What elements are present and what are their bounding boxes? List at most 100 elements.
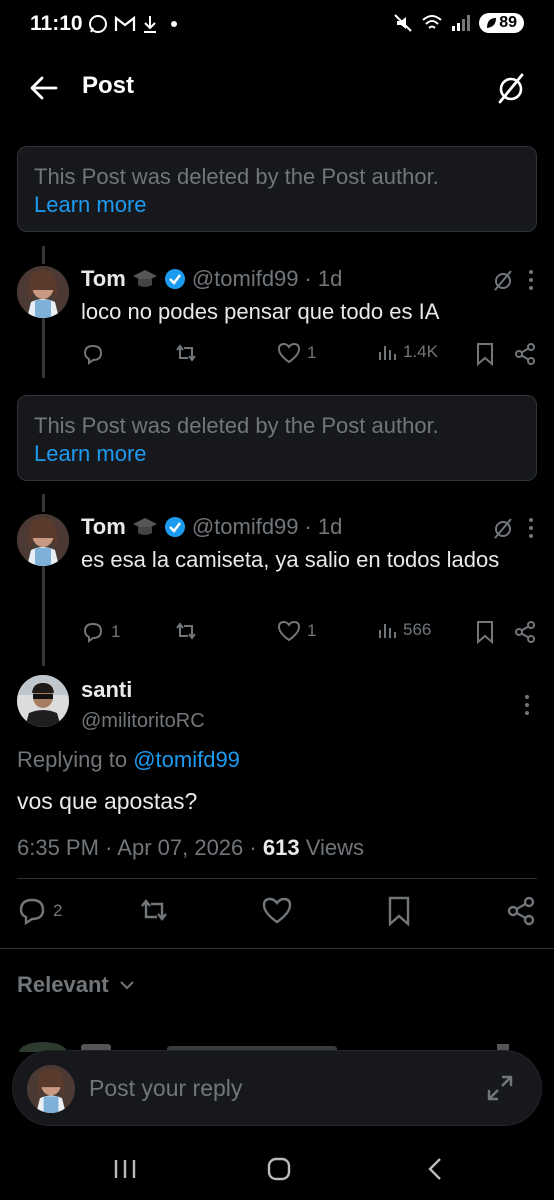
share-button[interactable]: [506, 896, 536, 926]
home-button[interactable]: [264, 1154, 294, 1184]
separator-dot: ·: [304, 266, 312, 291]
avatar[interactable]: [17, 266, 69, 318]
signal-icon: [452, 15, 471, 31]
bookmark-button[interactable]: [475, 342, 495, 366]
repost-icon: [176, 622, 196, 640]
grok-button[interactable]: [496, 72, 526, 104]
separator-dot: ·: [304, 514, 312, 539]
back-chevron-icon: [428, 1158, 441, 1180]
views-label: Views: [305, 835, 364, 860]
download-icon: [144, 16, 156, 33]
repost-icon: [176, 344, 196, 362]
bookmark-button[interactable]: [387, 896, 411, 926]
reply-button[interactable]: 1: [81, 620, 120, 644]
mute-icon: [394, 14, 412, 32]
reply-button[interactable]: [81, 342, 111, 366]
share-button[interactable]: [513, 620, 537, 644]
analytics-icon: [379, 346, 396, 360]
replying-prefix: Replying to: [17, 747, 128, 772]
bookmark-icon: [477, 343, 493, 366]
reply-icon: [83, 622, 103, 643]
graduation-cap-icon: [132, 518, 157, 535]
recent-apps-button[interactable]: [110, 1154, 140, 1184]
tweet-meta: 6:35 PM · Apr 07, 2026 · 613 Views: [17, 835, 364, 861]
author-handle[interactable]: @tomifd99: [192, 514, 299, 540]
reply-count: 2: [53, 901, 63, 920]
whatsapp-icon: [89, 15, 107, 33]
share-icon: [515, 621, 535, 643]
replying-to-link[interactable]: @tomifd99: [133, 747, 240, 772]
like-count: 1: [307, 343, 317, 362]
status-time: 11:10: [30, 12, 83, 35]
replying-to: Replying to @tomifd99: [17, 747, 240, 773]
dot-icon: [171, 21, 177, 27]
system-nav-bar: [0, 1136, 554, 1200]
divider: [0, 948, 554, 949]
separator-dot: ·: [249, 835, 263, 860]
gmail-icon: [114, 15, 136, 31]
author-name[interactable]: santi: [81, 677, 132, 703]
learn-more-link[interactable]: Learn more: [34, 191, 520, 219]
avatar[interactable]: [17, 514, 69, 566]
author-name[interactable]: Tom: [81, 266, 126, 292]
like-count: 1: [307, 621, 317, 640]
repost-icon: [141, 899, 167, 921]
more-options-icon[interactable]: [528, 517, 534, 539]
tweet-actions: 1 1.4K: [81, 342, 541, 372]
repost-button[interactable]: [137, 896, 171, 924]
views-count[interactable]: 613: [263, 835, 300, 860]
deleted-notice-text: This Post was deleted by the Post author…: [34, 413, 439, 438]
grok-icon[interactable]: [492, 268, 514, 292]
heart-icon: [277, 620, 301, 642]
author-handle[interactable]: @militoritoRC: [81, 710, 205, 733]
repost-button[interactable]: [173, 620, 199, 642]
thread-line: [42, 246, 45, 264]
like-button[interactable]: [262, 896, 292, 924]
tweet-text: vos que apostas?: [17, 788, 198, 814]
thread-line: [42, 566, 45, 666]
avatar[interactable]: [17, 675, 69, 727]
reply-composer[interactable]: Post your reply: [12, 1050, 542, 1126]
recent-apps-icon: [114, 1160, 136, 1178]
reply-count: 1: [111, 622, 121, 641]
view-count: 1.4K: [403, 342, 438, 361]
deleted-notice-text: This Post was deleted by the Post author…: [34, 164, 439, 189]
bookmark-button[interactable]: [475, 620, 495, 644]
chevron-down-icon: [120, 981, 134, 990]
bookmark-icon: [477, 621, 493, 644]
like-button[interactable]: 1: [277, 620, 316, 642]
thread-line: [42, 318, 45, 378]
back-button[interactable]: [28, 74, 60, 102]
status-bar: 11:10 89: [0, 0, 554, 52]
reply-icon: [83, 344, 103, 365]
bookmark-icon: [388, 896, 410, 926]
tweet-time: 1d: [317, 266, 343, 291]
like-button[interactable]: 1: [277, 342, 316, 364]
more-options-icon[interactable]: [528, 269, 534, 291]
reply-button[interactable]: 2: [17, 896, 62, 926]
heart-icon: [262, 897, 292, 924]
sort-replies-button[interactable]: Relevant: [17, 972, 135, 998]
share-button[interactable]: [513, 342, 537, 366]
learn-more-link[interactable]: Learn more: [34, 440, 520, 468]
repost-button[interactable]: [173, 342, 199, 364]
avatar: [27, 1065, 75, 1113]
grok-icon[interactable]: [492, 516, 514, 540]
battery-indicator: 89: [479, 13, 524, 33]
battery-level: 89: [499, 14, 517, 31]
reply-input[interactable]: Post your reply: [89, 1075, 242, 1102]
reply-icon: [19, 898, 45, 926]
more-options-icon[interactable]: [524, 694, 530, 716]
views-button[interactable]: 1.4K: [377, 342, 438, 362]
home-icon: [267, 1157, 291, 1181]
tweet-date: Apr 07, 2026: [117, 835, 244, 860]
back-nav-button[interactable]: [420, 1154, 450, 1184]
wifi-icon: [422, 15, 442, 29]
expand-button[interactable]: [485, 1073, 515, 1103]
share-icon: [515, 343, 535, 365]
leaf-icon: [487, 18, 497, 28]
tweet-text: loco no podes pensar que todo es IA: [81, 299, 440, 324]
author-name[interactable]: Tom: [81, 514, 126, 540]
author-handle[interactable]: @tomifd99: [192, 266, 299, 292]
views-button[interactable]: 566: [377, 620, 431, 640]
